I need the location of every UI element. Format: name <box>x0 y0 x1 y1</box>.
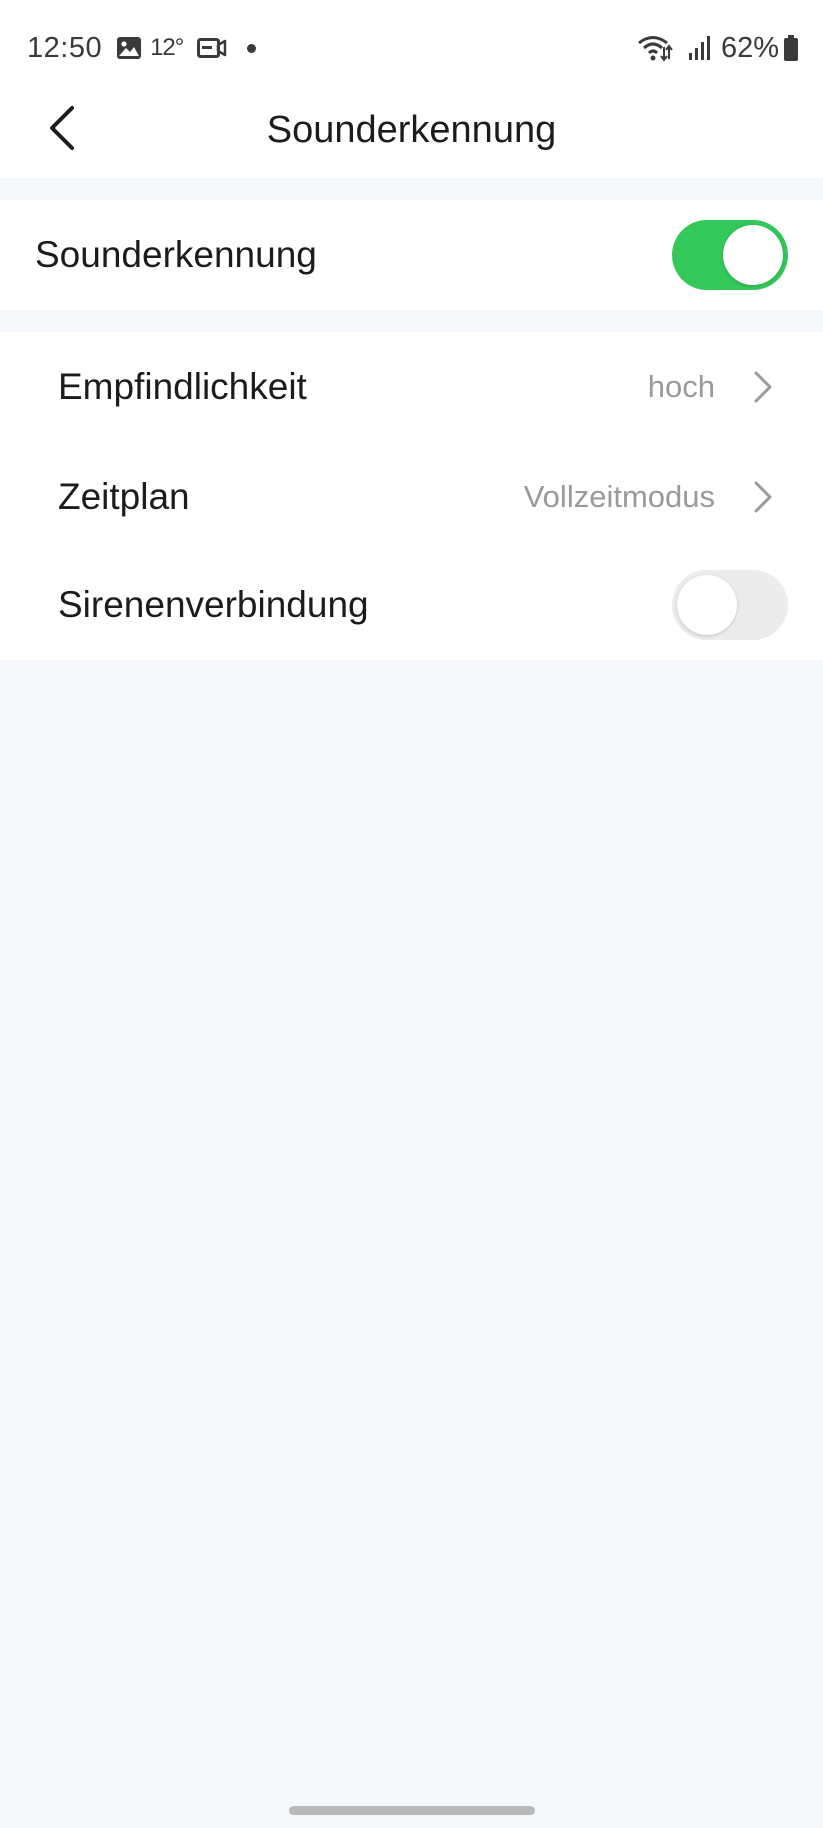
signal-icon <box>687 35 711 61</box>
sensitivity-row[interactable]: Empfindlichkeit hoch <box>0 332 823 442</box>
status-bar: 12:50 12° 62% <box>0 0 823 92</box>
chevron-right-icon <box>751 370 775 404</box>
toggle-knob <box>723 225 783 285</box>
sensitivity-value: hoch <box>647 369 715 404</box>
notification-dot <box>247 43 257 53</box>
sound-detection-card: Sounderkennung <box>0 200 823 310</box>
status-bar-left: 12:50 12° <box>27 28 257 68</box>
siren-link-label: Sirenenverbindung <box>58 584 369 625</box>
status-time: 12:50 <box>27 31 103 64</box>
sensitivity-label: Empfindlichkeit <box>58 366 307 407</box>
schedule-label: Zeitplan <box>58 476 190 517</box>
battery-icon <box>783 34 799 62</box>
status-temperature: 12° <box>150 34 184 61</box>
gallery-icon <box>116 36 142 60</box>
app-header: Sounderkennung <box>0 92 823 178</box>
siren-link-toggle[interactable] <box>672 570 788 640</box>
battery-percentage: 62% <box>720 31 779 64</box>
status-bar-right: 62% <box>623 28 799 68</box>
sound-detection-label: Sounderkennung <box>35 234 317 275</box>
schedule-value: Vollzeitmodus <box>523 479 715 514</box>
sound-detection-toggle[interactable] <box>672 220 788 290</box>
toggle-knob <box>677 575 737 635</box>
wifi-calling-icon <box>637 33 673 63</box>
home-indicator[interactable] <box>289 1806 535 1815</box>
page-title: Sounderkennung <box>266 109 557 151</box>
siren-link-row: Sirenenverbindung <box>0 550 823 660</box>
video-camera-icon <box>197 37 227 59</box>
chevron-right-icon <box>751 480 775 514</box>
settings-list: Empfindlichkeit hoch Zeitplan Vollzeitmo… <box>0 332 823 660</box>
schedule-row[interactable]: Zeitplan Vollzeitmodus <box>0 442 823 552</box>
sound-detection-screen: 12:50 12° 62% Sounderkennung Sounderkenn… <box>0 0 823 1828</box>
